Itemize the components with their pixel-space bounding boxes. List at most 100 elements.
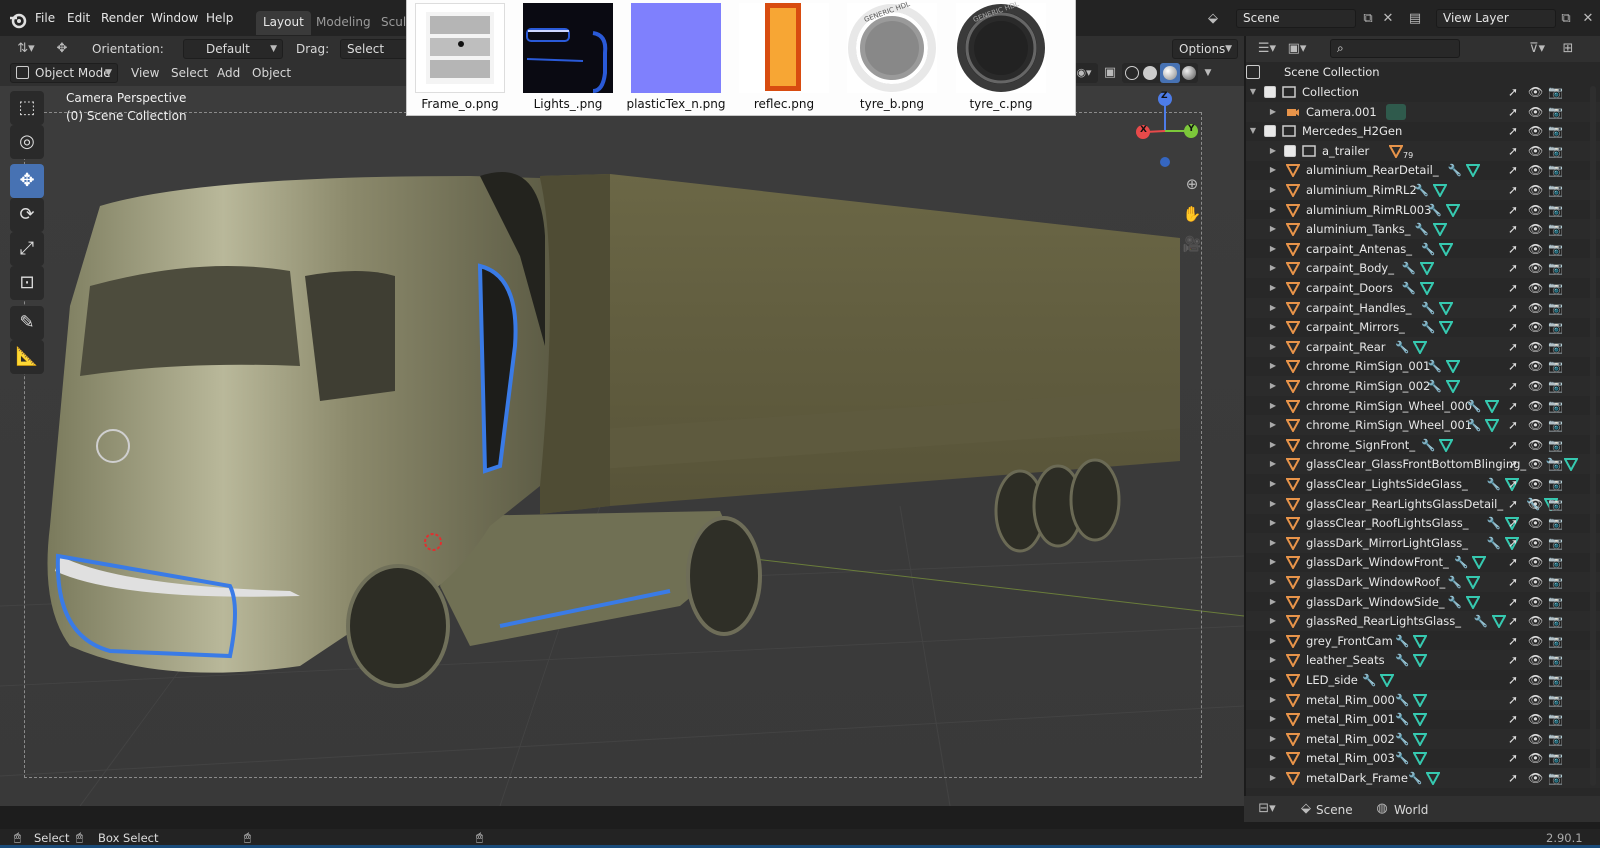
render-camera-icon[interactable]: 📷	[1548, 513, 1563, 533]
menu-render[interactable]: Render	[101, 11, 144, 25]
outliner-row[interactable]: ▶ chrome_RimSign_002 🔧 ➚ 👁 📷	[1246, 376, 1600, 396]
render-camera-icon[interactable]: 📷	[1548, 592, 1563, 612]
render-camera-icon[interactable]: 📷	[1548, 278, 1563, 298]
expand-right-icon[interactable]: ▶	[1268, 298, 1278, 318]
render-camera-icon[interactable]: 📷	[1548, 200, 1563, 220]
expand-right-icon[interactable]: ▶	[1268, 768, 1278, 788]
tyre-c-texture-thumbnail[interactable]: GENERIC HDL	[956, 0, 1046, 93]
render-camera-icon[interactable]: 📷	[1548, 337, 1563, 357]
visibility-eye-icon[interactable]: 👁	[1528, 592, 1543, 612]
outliner-row[interactable]: ▶ chrome_RimSign_001 🔧 ➚ 👁 📷	[1246, 356, 1600, 376]
selectable-arrow-icon[interactable]: ➚	[1508, 82, 1518, 102]
render-camera-icon[interactable]: 📷	[1548, 650, 1563, 670]
outliner-row[interactable]: ▶ glassDark_WindowSide_ 🔧 ➚ 👁 📷	[1246, 592, 1600, 612]
mode-dropdown[interactable]: Object Mode ▼	[10, 63, 118, 83]
render-camera-icon[interactable]: 📷	[1548, 376, 1563, 396]
scene-collection-row[interactable]: Scene Collection	[1246, 62, 1600, 82]
cursor-tool-button[interactable]: ◎	[10, 125, 44, 159]
render-camera-icon[interactable]: 📷	[1548, 748, 1563, 768]
expand-right-icon[interactable]: ▶	[1268, 631, 1278, 651]
render-camera-icon[interactable]: 📷	[1548, 631, 1563, 651]
expand-down-icon[interactable]: ▼	[1248, 82, 1258, 102]
expand-right-icon[interactable]: ▶	[1268, 160, 1278, 180]
visibility-eye-icon[interactable]: 👁	[1528, 160, 1543, 180]
selectable-arrow-icon[interactable]: ➚	[1508, 454, 1518, 474]
render-camera-icon[interactable]: 📷	[1548, 160, 1563, 180]
new-collection-icon[interactable]: ⊞	[1558, 39, 1578, 59]
outliner-row[interactable]: ▶ glassDark_MirrorLightGlass_ 🔧 ➚ 👁 📷	[1246, 532, 1600, 553]
render-camera-icon[interactable]: 📷	[1548, 219, 1563, 239]
render-camera-icon[interactable]: 📷	[1548, 121, 1563, 141]
visibility-eye-icon[interactable]: 👁	[1528, 631, 1543, 651]
visibility-eye-icon[interactable]: 👁	[1528, 533, 1543, 553]
selectable-arrow-icon[interactable]: ➚	[1508, 435, 1518, 455]
modifier-wrench-icon[interactable]: 🔧	[1421, 317, 1435, 337]
visibility-eye-icon[interactable]: 👁	[1528, 219, 1543, 239]
render-camera-icon[interactable]: 📷	[1548, 709, 1563, 729]
visibility-eye-icon[interactable]: 👁	[1528, 670, 1543, 690]
outliner-row[interactable]: ▶ glassDark_WindowRoof_ 🔧 ➚ 👁 📷	[1246, 572, 1600, 592]
new-scene-icon[interactable]: ⧉	[1358, 9, 1378, 29]
expand-right-icon[interactable]: ▶	[1268, 748, 1278, 768]
expand-right-icon[interactable]: ▶	[1268, 376, 1278, 396]
checkbox-checked-icon[interactable]	[1264, 86, 1276, 98]
zoom-icon[interactable]: ⊕	[1182, 174, 1202, 194]
navigation-gizmo[interactable]: Z X Y	[1130, 91, 1204, 171]
render-camera-icon[interactable]: 📷	[1548, 396, 1563, 416]
outliner-row[interactable]: ▼ Mercedes_H2Gen ➚ 👁 📷	[1246, 121, 1600, 141]
filter-view-dropdown-icon[interactable]: ▣▾	[1282, 39, 1312, 59]
render-camera-icon[interactable]: 📷	[1548, 82, 1563, 102]
visibility-eye-icon[interactable]: 👁	[1528, 298, 1543, 318]
selectable-arrow-icon[interactable]: ➚	[1508, 709, 1518, 729]
outliner-search-input[interactable]: ⌕	[1330, 39, 1460, 58]
expand-right-icon[interactable]: ▶	[1268, 258, 1278, 278]
visibility-eye-icon[interactable]: 👁	[1528, 356, 1543, 376]
modifier-wrench-icon[interactable]: 🔧	[1467, 396, 1481, 416]
outliner-row[interactable]: ▶ glassClear_RearLightsGlassDetail_ 🔧 ➚ 👁 📷	[1246, 493, 1600, 514]
rendered-shading-icon[interactable]	[1182, 66, 1196, 80]
tab-layout[interactable]: Layout	[256, 11, 311, 35]
visibility-eye-icon[interactable]: 👁	[1528, 572, 1543, 592]
outliner-row[interactable]: ▶ carpaint_Antenas_ 🔧 ➚ 👁 📷	[1246, 239, 1600, 259]
outliner-row[interactable]: ▶ chrome_RimSign_Wheel_001 🔧 ➚ 👁 📷	[1246, 415, 1600, 436]
expand-right-icon[interactable]: ▶	[1268, 317, 1278, 337]
modifier-wrench-icon[interactable]: 🔧	[1428, 356, 1442, 376]
selectable-arrow-icon[interactable]: ➚	[1508, 513, 1518, 533]
modifier-wrench-icon[interactable]: 🔧	[1487, 533, 1501, 553]
scene-selector-icon[interactable]: ⬙	[1203, 9, 1223, 29]
visibility-eye-icon[interactable]: 👁	[1528, 415, 1543, 435]
visibility-eye-icon[interactable]: 👁	[1528, 494, 1543, 514]
render-camera-icon[interactable]: 📷	[1548, 454, 1563, 474]
menu-edit[interactable]: Edit	[67, 11, 90, 25]
selectable-arrow-icon[interactable]: ➚	[1508, 572, 1518, 592]
selectable-arrow-icon[interactable]: ➚	[1508, 160, 1518, 180]
expand-right-icon[interactable]: ▶	[1268, 415, 1278, 435]
selectable-arrow-icon[interactable]: ➚	[1508, 356, 1518, 376]
render-camera-icon[interactable]: 📷	[1548, 611, 1563, 631]
tyre-b-texture-thumbnail[interactable]: GENERIC HDL	[847, 0, 937, 93]
expand-right-icon[interactable]: ▶	[1268, 513, 1278, 533]
selectable-arrow-icon[interactable]: ➚	[1508, 729, 1518, 749]
expand-down-icon[interactable]: ▼	[1248, 121, 1258, 141]
render-camera-icon[interactable]: 📷	[1548, 258, 1563, 278]
expand-right-icon[interactable]: ▶	[1268, 454, 1278, 474]
visibility-eye-icon[interactable]: 👁	[1528, 650, 1543, 670]
visibility-eye-icon[interactable]: 👁	[1528, 376, 1543, 396]
modifier-wrench-icon[interactable]: 🔧	[1402, 278, 1416, 298]
menu-select[interactable]: Select	[171, 66, 208, 80]
expand-right-icon[interactable]: ▶	[1268, 533, 1278, 553]
render-camera-icon[interactable]: 📷	[1548, 298, 1563, 318]
selectable-arrow-icon[interactable]: ➚	[1508, 768, 1518, 788]
outliner-row[interactable]: ▶ glassClear_RoofLightsGlass_ 🔧 ➚ 👁 📷	[1246, 513, 1600, 533]
outliner-row[interactable]: ▶ carpaint_Doors 🔧 ➚ 👁 📷	[1246, 278, 1600, 298]
outliner-row[interactable]: ▶ glassClear_GlassFrontBottomBlinging_ 🔧 ➚ 👁…	[1246, 454, 1600, 475]
selectable-arrow-icon[interactable]: ➚	[1508, 258, 1518, 278]
menu-view[interactable]: View	[131, 66, 159, 80]
modifier-wrench-icon[interactable]: 🔧	[1415, 180, 1429, 200]
tab-modeling[interactable]: Modeling	[309, 11, 378, 35]
modifier-wrench-icon[interactable]: 🔧	[1395, 631, 1409, 651]
selectable-arrow-icon[interactable]: ➚	[1508, 650, 1518, 670]
outliner-row[interactable]: ▶ glassClear_LightsSideGlass_ 🔧 ➚ 👁 📷	[1246, 474, 1600, 494]
outliner-row[interactable]: ▼ Collection ➚ 👁 📷	[1246, 82, 1600, 102]
render-camera-icon[interactable]: 📷	[1548, 552, 1563, 572]
